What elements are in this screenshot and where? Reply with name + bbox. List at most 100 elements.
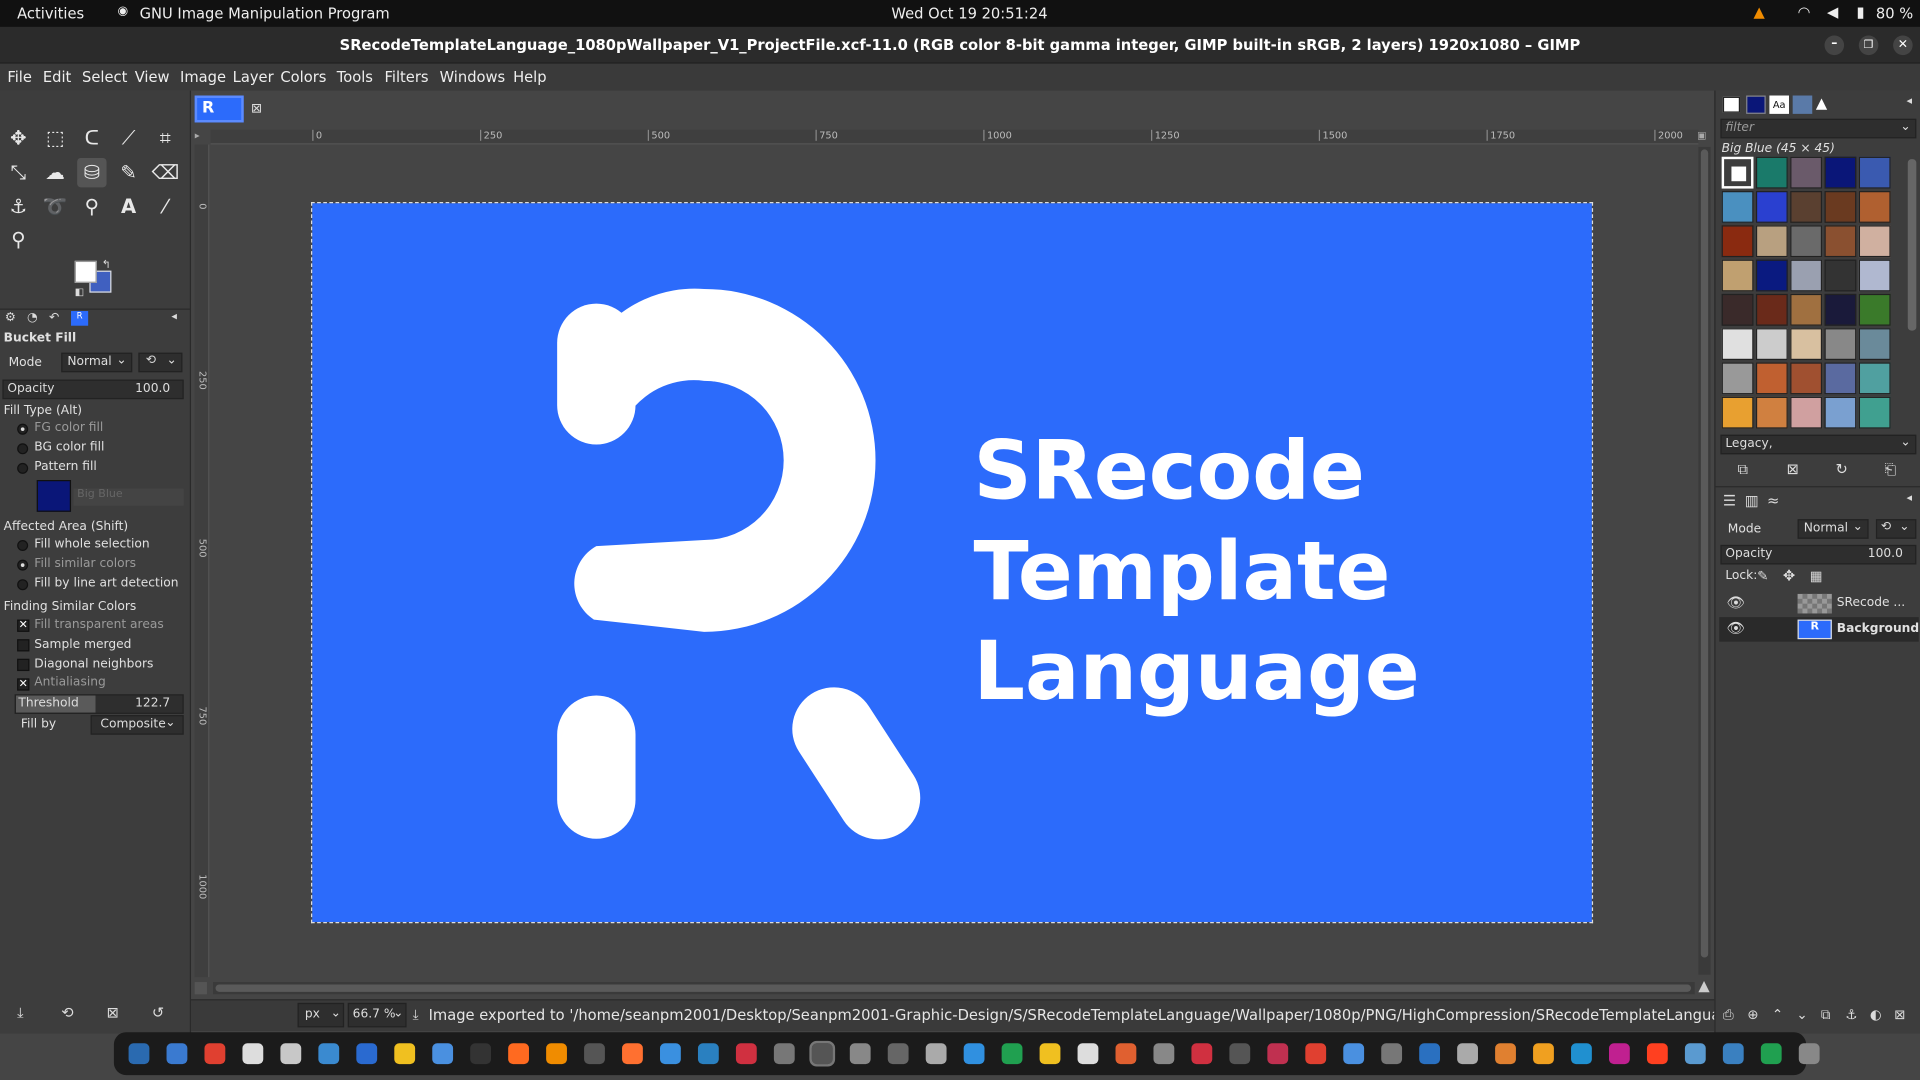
- dock-menu-icon[interactable]: ◂: [171, 311, 177, 323]
- navigation-arrow-icon[interactable]: ▲: [1698, 977, 1709, 994]
- pattern-swatch[interactable]: [1858, 328, 1891, 361]
- dock-app-icon[interactable]: [1153, 1043, 1175, 1065]
- dock-app-icon[interactable]: [1077, 1043, 1099, 1065]
- menu-layer[interactable]: Layer: [233, 69, 274, 86]
- tag-input[interactable]: Legacy, ⌄: [1720, 434, 1917, 455]
- dock-app-icon[interactable]: [1419, 1043, 1441, 1065]
- dock-app-icon[interactable]: [584, 1043, 605, 1065]
- dock-app-icon[interactable]: [660, 1043, 681, 1065]
- reset-options-icon[interactable]: ↺: [152, 1004, 164, 1021]
- save-preset-icon[interactable]: ⤓: [17, 1004, 24, 1022]
- restore-preset-icon[interactable]: ⟲: [61, 1004, 73, 1021]
- dock-app-icon[interactable]: [166, 1043, 188, 1065]
- pattern-swatch[interactable]: [1721, 396, 1754, 429]
- battery-icon[interactable]: ▮: [1856, 4, 1864, 21]
- bg-fill-radio[interactable]: [17, 443, 29, 455]
- dock-app-icon[interactable]: [1305, 1043, 1327, 1065]
- layer-row[interactable]: 👁 R Background: [1719, 617, 1919, 642]
- pattern-swatch[interactable]: [1755, 362, 1788, 395]
- dock-app-icon[interactable]: [394, 1043, 416, 1065]
- dock-app-icon[interactable]: [1381, 1043, 1403, 1065]
- paintbrush-tool-icon[interactable]: ✎: [114, 158, 143, 187]
- dock-app-icon[interactable]: [318, 1043, 340, 1065]
- dock-app-icon[interactable]: [697, 1043, 719, 1065]
- pattern-swatch[interactable]: [1858, 396, 1891, 429]
- dock-app-icon[interactable]: [1798, 1043, 1820, 1065]
- dock-menu-icon[interactable]: ◂: [1907, 492, 1913, 504]
- quick-mask-icon[interactable]: ▸: [195, 130, 208, 142]
- dock-app-icon[interactable]: [1343, 1043, 1365, 1065]
- dock-app-icon[interactable]: [128, 1043, 150, 1065]
- app-name-label[interactable]: GNU Image Manipulation Program: [140, 5, 390, 22]
- warning-icon[interactable]: ▲: [1753, 4, 1764, 21]
- dock-app-icon[interactable]: [508, 1043, 529, 1065]
- dock-app-icon[interactable]: [925, 1043, 947, 1065]
- images-tab-icon[interactable]: R: [71, 311, 89, 326]
- volume-icon[interactable]: ◀: [1827, 4, 1838, 21]
- horizontal-scrollbar[interactable]: [213, 982, 1695, 995]
- pattern-swatch[interactable]: [1790, 191, 1823, 223]
- horizontal-scroll-thumb[interactable]: [215, 984, 1692, 992]
- fill-by-select[interactable]: Composite ⌄: [90, 715, 184, 735]
- duplicate-layer-icon[interactable]: ⧉: [1821, 1007, 1831, 1024]
- pattern-swatch[interactable]: [1755, 156, 1788, 189]
- zoom-tool-icon[interactable]: ⚲: [4, 225, 33, 254]
- eraser-tool-icon[interactable]: ⌫: [151, 158, 180, 187]
- menu-select[interactable]: Select: [82, 69, 127, 86]
- layer-row[interactable]: 👁 SRecode ...: [1719, 591, 1919, 615]
- pattern-swatch[interactable]: [1721, 259, 1754, 292]
- lock-position-icon[interactable]: ✥: [1783, 567, 1795, 584]
- pattern-swatch[interactable]: [1721, 225, 1754, 258]
- delete-layer-icon[interactable]: ⊠: [1894, 1007, 1905, 1023]
- lower-layer-icon[interactable]: ⌄: [1796, 1007, 1807, 1023]
- mask-layer-icon[interactable]: ◐: [1870, 1007, 1882, 1023]
- maximize-icon[interactable]: ❐: [1858, 35, 1879, 56]
- zoom-lock-icon[interactable]: ▣: [1697, 130, 1712, 142]
- fill-similar-colors-radio[interactable]: [17, 559, 29, 571]
- dock-app-icon[interactable]: [1457, 1043, 1478, 1065]
- bucket-fill-tool-icon[interactable]: ⛁: [77, 157, 107, 188]
- warp-tool-icon[interactable]: ☁: [40, 158, 69, 187]
- pattern-swatch[interactable]: [1721, 362, 1754, 395]
- pattern-swatch[interactable]: [1790, 156, 1823, 189]
- dock-app-icon[interactable]: [773, 1043, 795, 1065]
- open-pattern-icon[interactable]: ⎗: [1885, 460, 1897, 478]
- layer-opacity-slider[interactable]: Opacity 100.0: [1720, 544, 1917, 565]
- pattern-swatch[interactable]: [1858, 362, 1891, 395]
- pattern-swatch[interactable]: [36, 480, 72, 512]
- menu-file[interactable]: File: [7, 69, 32, 86]
- fg-fill-radio[interactable]: [17, 423, 29, 435]
- rect-select-tool-icon[interactable]: ⬚: [40, 124, 69, 153]
- pattern-swatch[interactable]: [1790, 362, 1823, 395]
- dock-app-icon[interactable]: [1533, 1043, 1554, 1065]
- patterns-tab-icon[interactable]: [1746, 95, 1766, 114]
- menu-tools[interactable]: Tools: [337, 69, 373, 86]
- clock[interactable]: Wed Oct 19 20:51:24: [891, 5, 1047, 22]
- dock-app-icon[interactable]: [1646, 1043, 1668, 1065]
- pattern-swatch[interactable]: [1790, 293, 1823, 326]
- dock-app-icon[interactable]: [1571, 1043, 1592, 1065]
- lasso-tool-icon[interactable]: ᑕ: [77, 124, 106, 153]
- layer-mode-reset-button[interactable]: ⟲ ⌄: [1875, 519, 1917, 539]
- vertical-scroll-thumb[interactable]: [1700, 149, 1709, 958]
- pattern-swatch[interactable]: [1790, 396, 1823, 429]
- dock-app-icon[interactable]: [735, 1043, 757, 1065]
- default-colors-icon[interactable]: ◧: [75, 287, 84, 298]
- pattern-swatch[interactable]: [1824, 362, 1857, 395]
- pattern-swatch[interactable]: [1721, 191, 1754, 223]
- dock-app-icon[interactable]: [1115, 1043, 1137, 1065]
- dock-app-icon[interactable]: [356, 1043, 378, 1065]
- swap-colors-icon[interactable]: ↰: [102, 260, 111, 272]
- antialiasing-checkbox[interactable]: ✕: [17, 678, 30, 691]
- fill-whole-selection-radio[interactable]: [17, 540, 29, 552]
- pattern-to-clipboard-icon[interactable]: ⧉: [1738, 460, 1749, 478]
- pattern-swatch[interactable]: [1755, 328, 1788, 361]
- dock-app-icon[interactable]: [1684, 1043, 1706, 1065]
- undo-history-tab-icon[interactable]: ↶: [49, 311, 59, 324]
- dock-app-icon[interactable]: [432, 1043, 454, 1065]
- fonts-tab-icon[interactable]: Aa: [1769, 95, 1789, 114]
- pattern-swatch[interactable]: [1790, 225, 1823, 258]
- fill-transparent-checkbox[interactable]: ✕: [17, 619, 30, 632]
- diagonal-neighbors-checkbox[interactable]: [17, 658, 30, 672]
- dock-app-icon[interactable]: [1001, 1043, 1023, 1065]
